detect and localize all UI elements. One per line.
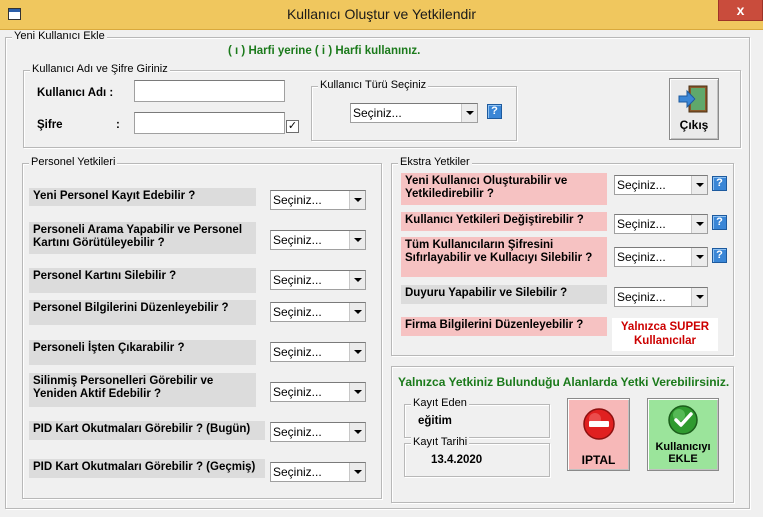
personnel-item-label: Personel Bilgilerini Düzenleyebilir ? (29, 300, 256, 325)
extra-item-selected: Seçiniz... (617, 178, 666, 192)
extra-help-button[interactable]: ? (712, 248, 727, 263)
personnel-item-selected: Seçiniz... (273, 385, 322, 399)
extra-item-select[interactable]: Seçiniz... (614, 175, 708, 195)
exit-button[interactable]: Çıkış (669, 78, 719, 140)
personnel-item-label: Personeli Arama Yapabilir ve Personel Ka… (29, 222, 256, 254)
add-user-button[interactable]: Kullanıcıyı EKLE (647, 398, 719, 471)
character-notice: ( ı ) Harfi yerine ( i ) Harfi kullanını… (228, 45, 421, 57)
user-type-help-button[interactable]: ? (487, 104, 502, 119)
chevron-down-icon[interactable] (349, 303, 365, 321)
extra-item-selected: Seçiniz... (617, 217, 666, 231)
credentials-group-label: Kullanıcı Adı ve Şifre Giriniz (30, 63, 170, 75)
chevron-down-icon[interactable] (349, 343, 365, 361)
title-bar: Kullanıcı Oluştur ve Yetkilendir x (0, 0, 763, 30)
username-input[interactable] (134, 80, 285, 102)
created-by-label: Kayıt Eden (411, 397, 469, 409)
personnel-item-label: Personeli İşten Çıkarabilir ? (29, 340, 256, 365)
chevron-down-icon[interactable] (349, 271, 365, 289)
personnel-permissions-group: Personel Yetkileri (22, 156, 382, 499)
personnel-item-label: PID Kart Okutmaları Görebilir ? (Geçmiş) (29, 459, 265, 478)
user-type-selected: Seçiniz... (353, 106, 402, 120)
personnel-item-select[interactable]: Seçiniz... (270, 382, 366, 402)
extra-item-selected: Seçiniz... (617, 250, 666, 264)
extra-group-label: Ekstra Yetkiler (398, 156, 472, 168)
personnel-item-label: Silinmiş Personelleri Görebilir ve Yenid… (29, 373, 256, 407)
extra-item-select[interactable]: Seçiniz... (614, 287, 708, 307)
personnel-item-selected: Seçiniz... (273, 193, 322, 207)
chevron-down-icon[interactable] (691, 288, 707, 306)
personnel-item-selected: Seçiniz... (273, 345, 322, 359)
chevron-down-icon[interactable] (691, 248, 707, 266)
extra-item-label: Yeni Kullanıcı Oluşturabilir ve Yetkiled… (401, 173, 607, 205)
personnel-item-selected: Seçiniz... (273, 425, 322, 439)
cancel-button[interactable]: IPTAL (567, 398, 630, 471)
close-button[interactable]: x (718, 0, 763, 21)
add-user-button-label: Kullanıcıyı EKLE (655, 441, 711, 465)
password-input[interactable] (134, 112, 285, 134)
extra-item-label: Firma Bilgilerini Düzenleyebilir ? (401, 317, 607, 336)
personnel-item-selected: Seçiniz... (273, 233, 322, 247)
chevron-down-icon[interactable] (691, 176, 707, 194)
extra-help-button[interactable]: ? (712, 176, 727, 191)
username-label: Kullanıcı Adı : (37, 87, 114, 99)
personnel-item-select[interactable]: Seçiniz... (270, 230, 366, 250)
user-type-select[interactable]: Seçiniz... (350, 103, 478, 123)
chevron-down-icon[interactable] (349, 231, 365, 249)
user-type-group-label: Kullanıcı Türü Seçiniz (318, 79, 429, 91)
exit-button-label: Çıkış (679, 118, 709, 132)
personnel-item-selected: Seçiniz... (273, 273, 322, 287)
extra-item-label: Kullanıcı Yetkileri Değiştirebilir ? (401, 212, 607, 231)
personnel-item-selected: Seçiniz... (273, 465, 322, 479)
extra-item-label: Duyuru Yapabilir ve Silebilir ? (401, 285, 607, 304)
chevron-down-icon[interactable] (349, 191, 365, 209)
password-label: Şifre (37, 119, 63, 131)
show-password-checkbox[interactable]: ✓ (286, 120, 299, 133)
personnel-item-select[interactable]: Seçiniz... (270, 342, 366, 362)
extra-item-label: Tüm Kullanıcıların Şifresini Sıfırlayabi… (401, 237, 607, 277)
extra-help-button[interactable]: ? (712, 215, 727, 230)
personnel-item-label: PID Kart Okutmaları Görebilir ? (Bugün) (29, 421, 265, 440)
checkmark-icon (668, 405, 698, 435)
personnel-item-select[interactable]: Seçiniz... (270, 190, 366, 210)
personnel-item-select[interactable]: Seçiniz... (270, 270, 366, 290)
super-users-only-note: Yalnızca SUPER Kullanıcılar (612, 318, 718, 351)
personnel-item-selected: Seçiniz... (273, 305, 322, 319)
personnel-item-select[interactable]: Seçiniz... (270, 422, 366, 442)
chevron-down-icon[interactable] (349, 423, 365, 441)
created-by-value: eğitim (418, 415, 452, 427)
extra-item-select[interactable]: Seçiniz... (614, 247, 708, 267)
personnel-item-label: Personel Kartını Silebilir ? (29, 268, 256, 293)
permission-notice: Yalnızca Yetkiniz Bulunduğu Alanlarda Ye… (398, 375, 730, 389)
chevron-down-icon[interactable] (461, 104, 477, 122)
chevron-down-icon[interactable] (691, 215, 707, 233)
personnel-group-label: Personel Yetkileri (29, 156, 118, 168)
window-title: Kullanıcı Oluştur ve Yetkilendir (286, 6, 477, 22)
stop-icon (582, 408, 615, 440)
personnel-item-label: Yeni Personel Kayıt Edebilir ? (29, 188, 256, 206)
exit-door-icon (678, 85, 708, 113)
chevron-down-icon[interactable] (349, 463, 365, 481)
chevron-down-icon[interactable] (349, 383, 365, 401)
password-colon: : (116, 119, 120, 131)
extra-item-select[interactable]: Seçiniz... (614, 214, 708, 234)
extra-item-selected: Seçiniz... (617, 290, 666, 304)
record-date-label: Kayıt Tarihi (411, 436, 470, 448)
record-date-value: 13.4.2020 (431, 454, 483, 466)
personnel-item-select[interactable]: Seçiniz... (270, 462, 366, 482)
personnel-item-select[interactable]: Seçiniz... (270, 302, 366, 322)
new-user-group-label: Yeni Kullanıcı Ekle (12, 30, 107, 42)
cancel-button-label: IPTAL (581, 453, 616, 467)
